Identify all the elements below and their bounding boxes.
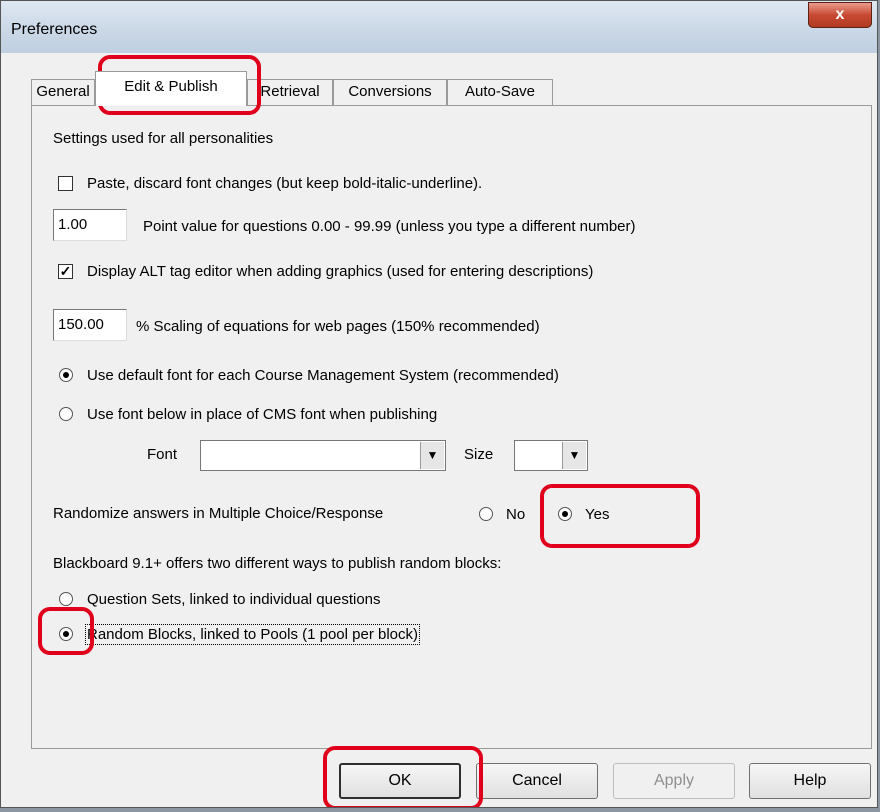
preferences-dialog: Preferences x General Edit & Publish Ret… [0, 0, 878, 808]
random-blocks-radio[interactable] [59, 627, 73, 641]
size-label: Size [464, 446, 494, 463]
font-dropdown[interactable]: ▼ [200, 440, 446, 471]
custom-font-radio[interactable] [59, 407, 73, 421]
question-sets-radio[interactable] [59, 592, 73, 606]
section-heading: Settings used for all personalities [53, 130, 274, 147]
tab-conversions[interactable]: Conversions [333, 79, 447, 105]
scaling-label: % Scaling of equations for web pages (15… [136, 318, 540, 335]
randomize-label: Randomize answers in Multiple Choice/Res… [53, 505, 384, 522]
checkmark-icon: ✓ [59, 263, 72, 279]
title-bar[interactable]: Preferences x [1, 1, 877, 53]
alt-tag-label: Display ALT tag editor when adding graph… [87, 263, 594, 280]
font-label: Font [147, 446, 178, 463]
scaling-field[interactable]: 150.00 [53, 309, 127, 341]
randomize-no-label: No [506, 506, 526, 523]
default-font-radio[interactable] [59, 368, 73, 382]
tab-retrieval[interactable]: Retrieval [247, 79, 333, 105]
tab-auto-save[interactable]: Auto-Save [447, 79, 553, 105]
question-sets-label: Question Sets, linked to individual ques… [87, 591, 381, 608]
apply-button[interactable]: Apply [613, 763, 735, 799]
chevron-down-icon[interactable]: ▼ [420, 442, 444, 469]
paste-discard-label: Paste, discard font changes (but keep bo… [87, 175, 483, 192]
point-value-field[interactable]: 1.00 [53, 209, 127, 241]
blackboard-heading: Blackboard 9.1+ offers two different way… [53, 555, 502, 572]
window-title: Preferences [11, 21, 98, 38]
help-button[interactable]: Help [749, 763, 871, 799]
default-font-label: Use default font for each Course Managem… [87, 367, 559, 384]
randomize-yes-radio[interactable] [558, 507, 572, 521]
chevron-down-icon[interactable]: ▼ [562, 442, 586, 469]
paste-discard-checkbox[interactable] [58, 176, 73, 191]
close-icon: x [835, 6, 845, 23]
point-value-label: Point value for questions 0.00 - 99.99 (… [143, 218, 636, 235]
ok-button[interactable]: OK [339, 763, 461, 799]
close-button[interactable]: x [808, 2, 872, 28]
tab-edit-publish[interactable]: Edit & Publish [95, 71, 247, 106]
edit-publish-panel: Settings used for all personalities Past… [31, 105, 872, 749]
randomize-yes-label: Yes [585, 506, 610, 523]
randomize-no-radio[interactable] [479, 507, 493, 521]
cancel-button[interactable]: Cancel [476, 763, 598, 799]
alt-tag-checkbox[interactable]: ✓ [58, 264, 73, 279]
size-dropdown[interactable]: ▼ [514, 440, 588, 471]
random-blocks-label: Random Blocks, linked to Pools (1 pool p… [85, 624, 420, 645]
tab-general[interactable]: General [31, 79, 95, 105]
custom-font-label: Use font below in place of CMS font when… [87, 406, 438, 423]
